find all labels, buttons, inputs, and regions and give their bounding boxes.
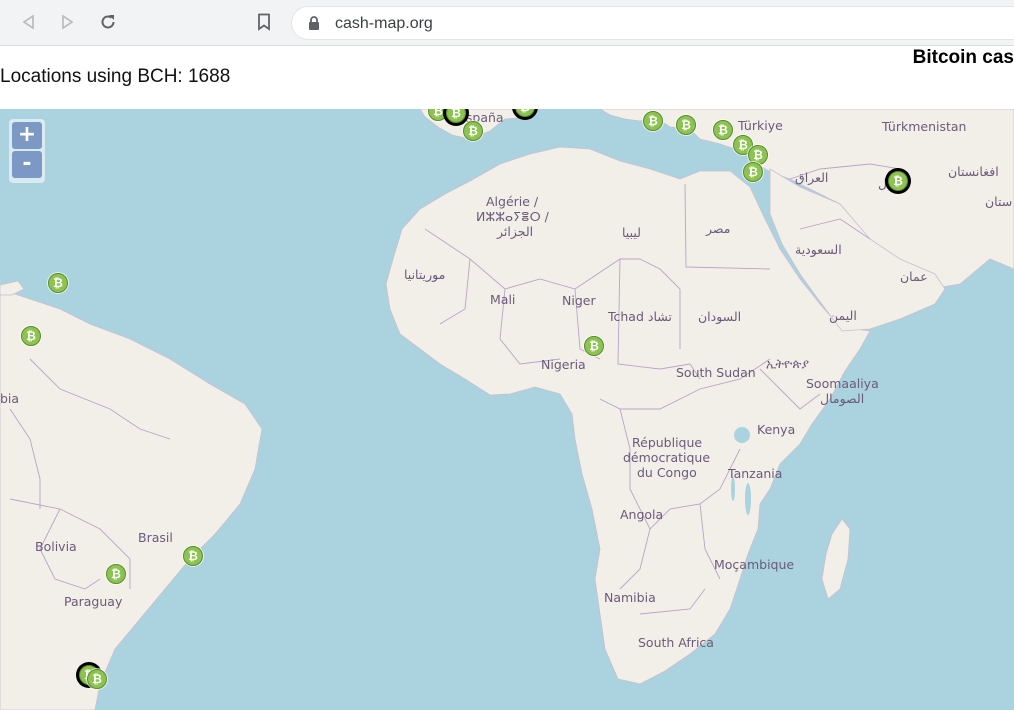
- site-title: Bitcoin cas: [912, 47, 1014, 68]
- map-label-namibia: Namibia: [604, 590, 656, 605]
- forward-icon[interactable]: [57, 11, 79, 33]
- bch-marker[interactable]: [463, 121, 483, 141]
- map-label-angola: Angola: [620, 507, 664, 522]
- bch-marker[interactable]: [743, 162, 763, 182]
- bch-marker[interactable]: [21, 326, 41, 346]
- zoom-in-button[interactable]: +: [12, 122, 42, 149]
- map-label-mocambique: Moçambique: [714, 557, 795, 572]
- zoom-control: + -: [9, 119, 45, 183]
- map-view[interactable]: España Türkiye Türkmenistan العراق افغان…: [0, 109, 1014, 710]
- bch-marker[interactable]: [106, 564, 126, 584]
- map-label-pakistan: ستان: [985, 194, 1013, 209]
- map-label-drc-2: démocratique: [623, 450, 711, 465]
- map-label-turkmenistan: Türkmenistan: [882, 119, 967, 134]
- locations-count: Locations using BCH: 1688: [0, 66, 231, 87]
- map-label-algerie: Algérie /: [486, 194, 539, 209]
- bch-marker[interactable]: [183, 546, 203, 566]
- url-text: cash-map.org: [335, 15, 433, 32]
- map-label-mali: Mali: [490, 292, 516, 307]
- back-icon[interactable]: [17, 11, 39, 33]
- map-label-drc-3: du Congo: [637, 465, 697, 480]
- map-label-iraq: العراق: [795, 170, 829, 185]
- bch-marker[interactable]: [713, 120, 733, 140]
- bch-marker[interactable]: [87, 669, 107, 689]
- map-label-ethiopia: ኢትዮጵያ: [766, 356, 810, 371]
- bookmark-icon[interactable]: [253, 11, 275, 33]
- map-label-libya: ليبيا: [622, 225, 641, 240]
- lock-icon: [308, 16, 320, 36]
- bch-marker[interactable]: [515, 109, 535, 117]
- map-label-sudan: السودان: [698, 309, 742, 324]
- map-label-somalia: Soomaaliya: [806, 376, 879, 391]
- map-label-iran-partial: ل: [878, 176, 888, 191]
- map-label-algerie-arabic: الجزائر: [497, 224, 534, 239]
- map-label-brasil: Brasil: [138, 530, 173, 545]
- map-label-yemen: اليمن: [829, 308, 857, 323]
- map-label-kenya: Kenya: [757, 422, 796, 437]
- bch-marker[interactable]: [428, 109, 448, 121]
- map-label-nigeria: Nigeria: [541, 357, 586, 372]
- bch-marker[interactable]: [48, 273, 68, 293]
- map-label-bolivia: Bolivia: [35, 539, 77, 554]
- map-label-niger: Niger: [562, 293, 596, 308]
- map-label-mauritania: موريتانيا: [404, 267, 446, 282]
- map-label-oman: عمان: [900, 269, 928, 284]
- bch-marker[interactable]: [676, 115, 696, 135]
- map-label-egypt: مصر: [706, 221, 731, 236]
- bch-marker[interactable]: [584, 336, 604, 356]
- zoom-out-button[interactable]: -: [12, 151, 42, 178]
- bch-marker[interactable]: [643, 111, 663, 131]
- bch-marker[interactable]: [446, 109, 466, 123]
- map-label-tchad: Tchad تشاد: [608, 309, 672, 324]
- reload-icon[interactable]: [97, 11, 119, 33]
- map-label-drc-1: République: [632, 435, 703, 450]
- page-header: Locations using BCH: 1688 Bitcoin cas: [0, 46, 1014, 109]
- map-label-south-africa: South Africa: [638, 635, 714, 650]
- map-label-algerie-tifinagh: ⵍⵣⵣⴰⵢⴻⵔ /: [476, 209, 549, 224]
- map-label-south-sudan: South Sudan: [676, 365, 756, 380]
- bch-marker[interactable]: [888, 171, 908, 191]
- map-label-turkiye: Türkiye: [738, 118, 783, 133]
- map-label-afghanistan: افغانستان: [948, 164, 999, 179]
- map-label-tanzania: Tanzania: [728, 466, 783, 481]
- map-label-paraguay: Paraguay: [64, 594, 123, 609]
- map-label-somalia-arabic: الصومال: [820, 391, 865, 406]
- address-bar[interactable]: cash-map.org: [291, 6, 1014, 40]
- map-label-colombia-partial: bia: [0, 391, 20, 406]
- browser-toolbar: cash-map.org: [0, 0, 1014, 46]
- map-label-saudi: السعودية: [795, 242, 842, 257]
